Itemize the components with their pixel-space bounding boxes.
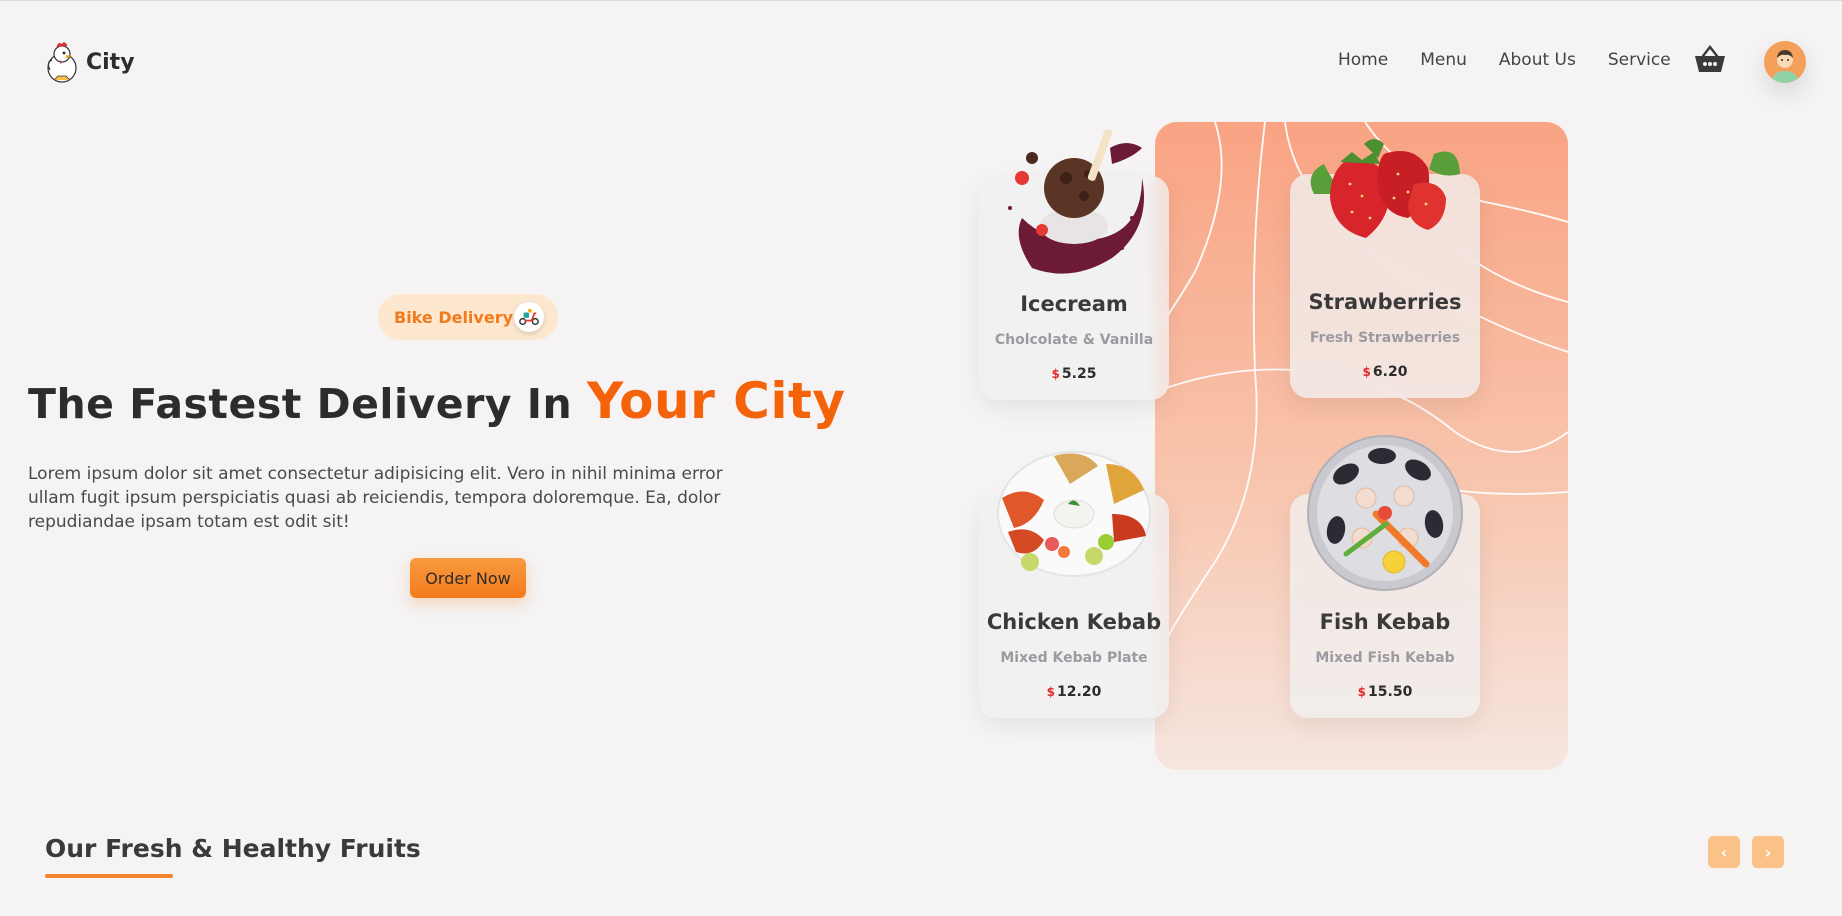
currency-symbol: $ <box>1362 365 1371 379</box>
carousel-prev-button[interactable]: ‹ <box>1708 836 1740 868</box>
nav-menu[interactable]: Menu <box>1420 50 1467 70</box>
main-nav: Home Menu About Us Service <box>1338 50 1671 70</box>
hero-title-accent: Your City <box>587 372 846 430</box>
scooter-icon <box>514 302 544 332</box>
bike-delivery-badge: Bike Delivery <box>378 294 558 340</box>
nav-service[interactable]: Service <box>1608 50 1671 70</box>
product-subtitle: Fresh Strawberries <box>1309 330 1461 346</box>
site-header: City Home Menu About Us Service <box>0 0 1842 120</box>
carousel-next-button[interactable]: › <box>1752 836 1784 868</box>
brand-name: City <box>86 49 135 75</box>
product-price: $15.50 <box>1290 684 1480 700</box>
badge-label: Bike Delivery <box>394 307 514 327</box>
product-name: Fish Kebab <box>1319 610 1451 634</box>
product-price: $5.25 <box>979 366 1169 382</box>
section-title: Our Fresh & Healthy Fruits <box>45 834 421 863</box>
hero-title: The Fastest Delivery In Your City <box>28 372 846 430</box>
hero-description: Lorem ipsum dolor sit amet consectetur a… <box>28 464 723 532</box>
basket-icon[interactable] <box>1694 45 1726 73</box>
price-value: 12.20 <box>1057 684 1102 700</box>
price-value: 15.50 <box>1368 684 1413 700</box>
product-name: Icecream <box>1020 292 1128 316</box>
kebab-plate-icon <box>997 451 1151 577</box>
nav-about-us[interactable]: About Us <box>1499 50 1576 70</box>
hero-title-main: The Fastest Delivery In <box>28 380 573 428</box>
product-subtitle: Mixed Kebab Plate <box>1000 650 1148 666</box>
user-avatar-icon[interactable] <box>1764 41 1806 83</box>
product-subtitle: Mixed Fish Kebab <box>1315 650 1455 666</box>
chevron-left-icon: ‹ <box>1720 842 1728 862</box>
price-value: 5.25 <box>1061 366 1097 382</box>
brand-logo[interactable]: City <box>44 40 135 84</box>
chevron-right-icon: › <box>1764 842 1772 862</box>
currency-symbol: $ <box>1051 367 1060 381</box>
currency-symbol: $ <box>1046 685 1056 699</box>
section-title-underline <box>45 874 173 878</box>
price-value: 6.20 <box>1372 364 1408 380</box>
product-price: $12.20 <box>979 684 1169 700</box>
rooster-mascot-icon <box>47 42 77 83</box>
product-name: Chicken Kebab <box>986 610 1162 634</box>
strawberries-icon <box>1310 139 1460 238</box>
currency-symbol: $ <box>1357 685 1367 699</box>
product-subtitle: Cholcolate & Vanilla <box>994 332 1154 348</box>
product-price: $6.20 <box>1290 364 1480 380</box>
order-now-button[interactable]: Order Now <box>410 558 526 598</box>
product-name: Strawberries <box>1308 290 1462 314</box>
seafood-platter-icon <box>1307 435 1463 591</box>
nav-home[interactable]: Home <box>1338 50 1388 70</box>
icecream-sundae-icon <box>1008 129 1144 274</box>
